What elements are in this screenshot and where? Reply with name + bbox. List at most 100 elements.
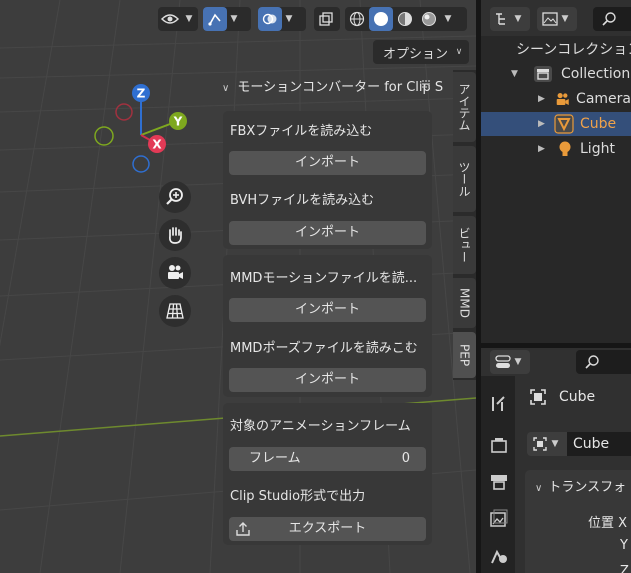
zoom-button[interactable] xyxy=(159,181,191,213)
tab-item-label: アイテム xyxy=(457,83,471,131)
outliner-search-input[interactable] xyxy=(593,7,631,31)
material-shading-icon[interactable] xyxy=(393,7,417,31)
export-button[interactable]: エクスポート xyxy=(229,517,426,541)
gizmo-toggle[interactable]: ▼ xyxy=(203,7,251,31)
object-datablock-selector[interactable]: ▼ Cube xyxy=(527,432,631,456)
tab-view-label: ビュー xyxy=(457,227,471,263)
transform-label: トランスフォ xyxy=(548,480,627,495)
options-label: オプション xyxy=(383,46,449,62)
chevron-down-icon: ▼ xyxy=(185,14,193,24)
export-icon xyxy=(236,522,250,536)
editor-type-dropdown[interactable]: ▼ xyxy=(490,350,530,374)
camera-icon xyxy=(168,265,183,279)
frame-field-label: フレーム xyxy=(249,451,301,466)
printer-icon xyxy=(491,475,507,490)
frame-number-field[interactable]: フレーム 0 xyxy=(229,447,426,471)
outliner-item-camera[interactable]: ▶ Camera xyxy=(481,87,631,111)
panel-header[interactable]: ∨ モーションコンバーター for Clip S xyxy=(222,76,443,95)
mmd-pose-import-button[interactable]: インポート xyxy=(229,368,426,392)
transform-header[interactable]: ∨ トランスフォ xyxy=(535,476,626,495)
3d-viewport[interactable]: ▼ ▼ ▼ ▼ オプション ∨ Z Y X ∨ モーションコンバーター for … xyxy=(0,0,476,573)
tool-tab[interactable] xyxy=(489,394,509,418)
overlays-toggle[interactable]: ▼ xyxy=(258,7,306,31)
frame-field-value: 0 xyxy=(401,451,410,466)
object-name-row: Cube xyxy=(529,388,595,406)
chevron-down-icon: ∨ xyxy=(535,483,543,494)
tab-pep[interactable]: PEP xyxy=(453,332,476,378)
z-axis-label: Z xyxy=(137,87,146,101)
tab-mmd-label: MMD xyxy=(457,288,472,318)
tab-tool[interactable]: ツール xyxy=(453,146,476,212)
navigation-gizmo[interactable]: Z Y X xyxy=(88,80,198,180)
collection-row[interactable]: ▼ Collection xyxy=(481,62,631,86)
fbx-label: FBXファイルを読み込む xyxy=(230,124,373,139)
options-dropdown[interactable]: オプション ∨ xyxy=(373,40,469,64)
tab-mmd[interactable]: MMD xyxy=(453,278,476,328)
transform-section: ∨ トランスフォ 位置 X Y Z xyxy=(525,470,631,573)
chevron-down-icon: ▼ xyxy=(514,14,522,24)
tab-pep-label: PEP xyxy=(457,343,472,367)
neg-y-axis[interactable] xyxy=(94,126,114,146)
filter-dropdown[interactable]: ▼ xyxy=(537,7,577,31)
chevron-down-icon: ▼ xyxy=(514,357,522,367)
outliner: ▼ ▼ シーンコレクション ▼ Collection ▶ Camera ▶ Cu… xyxy=(481,0,631,343)
chevron-down-icon: ▼ xyxy=(561,14,569,24)
light-object-icon xyxy=(559,141,571,156)
tab-view[interactable]: ビュー xyxy=(453,216,476,274)
render-icon xyxy=(491,438,507,453)
collection-icon xyxy=(534,66,552,82)
chevron-right-icon: ▶ xyxy=(538,119,545,129)
chevron-down-icon: ▼ xyxy=(230,14,238,24)
xray-toggle[interactable] xyxy=(314,7,340,31)
overlays-icon xyxy=(258,7,282,31)
chevron-down-icon: ▼ xyxy=(285,14,293,24)
x-axis-label: X xyxy=(152,138,162,152)
neg-z-axis[interactable] xyxy=(132,155,150,173)
camera-view-button[interactable] xyxy=(159,257,191,289)
properties-tabs xyxy=(481,376,515,573)
chevron-down-icon: ▼ xyxy=(551,439,559,449)
rendered-shading-icon[interactable] xyxy=(417,7,441,31)
view-object-types-button[interactable]: ▼ xyxy=(158,7,198,31)
outliner-item-light[interactable]: ▶ Light xyxy=(481,137,631,161)
outliner-display-icon xyxy=(496,13,505,25)
light-label: Light xyxy=(580,141,615,157)
mmd-section: MMDモーションファイルを読... インポート MMDポーズファイルを読みこむ … xyxy=(223,255,432,397)
bvh-import-button[interactable]: インポート xyxy=(229,221,426,245)
shading-modes[interactable]: ▼ xyxy=(345,7,467,31)
outliner-header: ▼ ▼ xyxy=(481,0,631,36)
pan-button[interactable] xyxy=(159,219,191,251)
xray-icon xyxy=(314,7,338,31)
properties-search-input[interactable] xyxy=(576,350,631,374)
wireframe-shading-icon[interactable] xyxy=(345,7,369,31)
scene-tab[interactable] xyxy=(489,546,509,570)
properties-editor: ▼ Cube ▼ Cube ∨ トランスフォ 位置 X Y Z xyxy=(481,348,631,573)
scene-collection-row[interactable]: シーンコレクション xyxy=(481,37,631,61)
solid-shading-icon[interactable] xyxy=(369,7,393,31)
drag-handle-icon[interactable] xyxy=(420,78,432,94)
outliner-item-cube[interactable]: ▶ Cube xyxy=(481,112,631,136)
frame-section-label: 対象のアニメーションフレーム xyxy=(230,419,411,434)
datablock-name-field[interactable]: Cube xyxy=(567,432,631,456)
object-bracket-icon xyxy=(530,389,546,405)
mmd-motion-import-button[interactable]: インポート xyxy=(229,298,426,322)
properties-icon xyxy=(495,355,511,368)
collection-label: Collection xyxy=(561,66,631,82)
neg-x-axis[interactable] xyxy=(115,103,133,121)
tab-item[interactable]: アイテム xyxy=(453,72,476,142)
location-z-label: Z xyxy=(620,564,629,573)
properties-header: ▼ xyxy=(481,348,631,376)
location-x-label: 位置 X xyxy=(588,516,628,531)
display-mode-dropdown[interactable]: ▼ xyxy=(490,7,530,31)
output-tab[interactable] xyxy=(489,472,509,496)
y-axis-label: Y xyxy=(173,115,183,129)
zoom-icon xyxy=(166,188,183,205)
eye-icon xyxy=(158,7,182,31)
perspective-toggle-button[interactable] xyxy=(159,295,191,327)
view-layer-tab[interactable] xyxy=(489,509,509,533)
tab-tool-label: ツール xyxy=(457,161,471,197)
render-tab[interactable] xyxy=(489,436,509,460)
chevron-right-icon: ▶ xyxy=(538,94,545,104)
datablock-browse-button[interactable]: ▼ xyxy=(527,432,567,456)
fbx-import-button[interactable]: インポート xyxy=(229,151,426,175)
